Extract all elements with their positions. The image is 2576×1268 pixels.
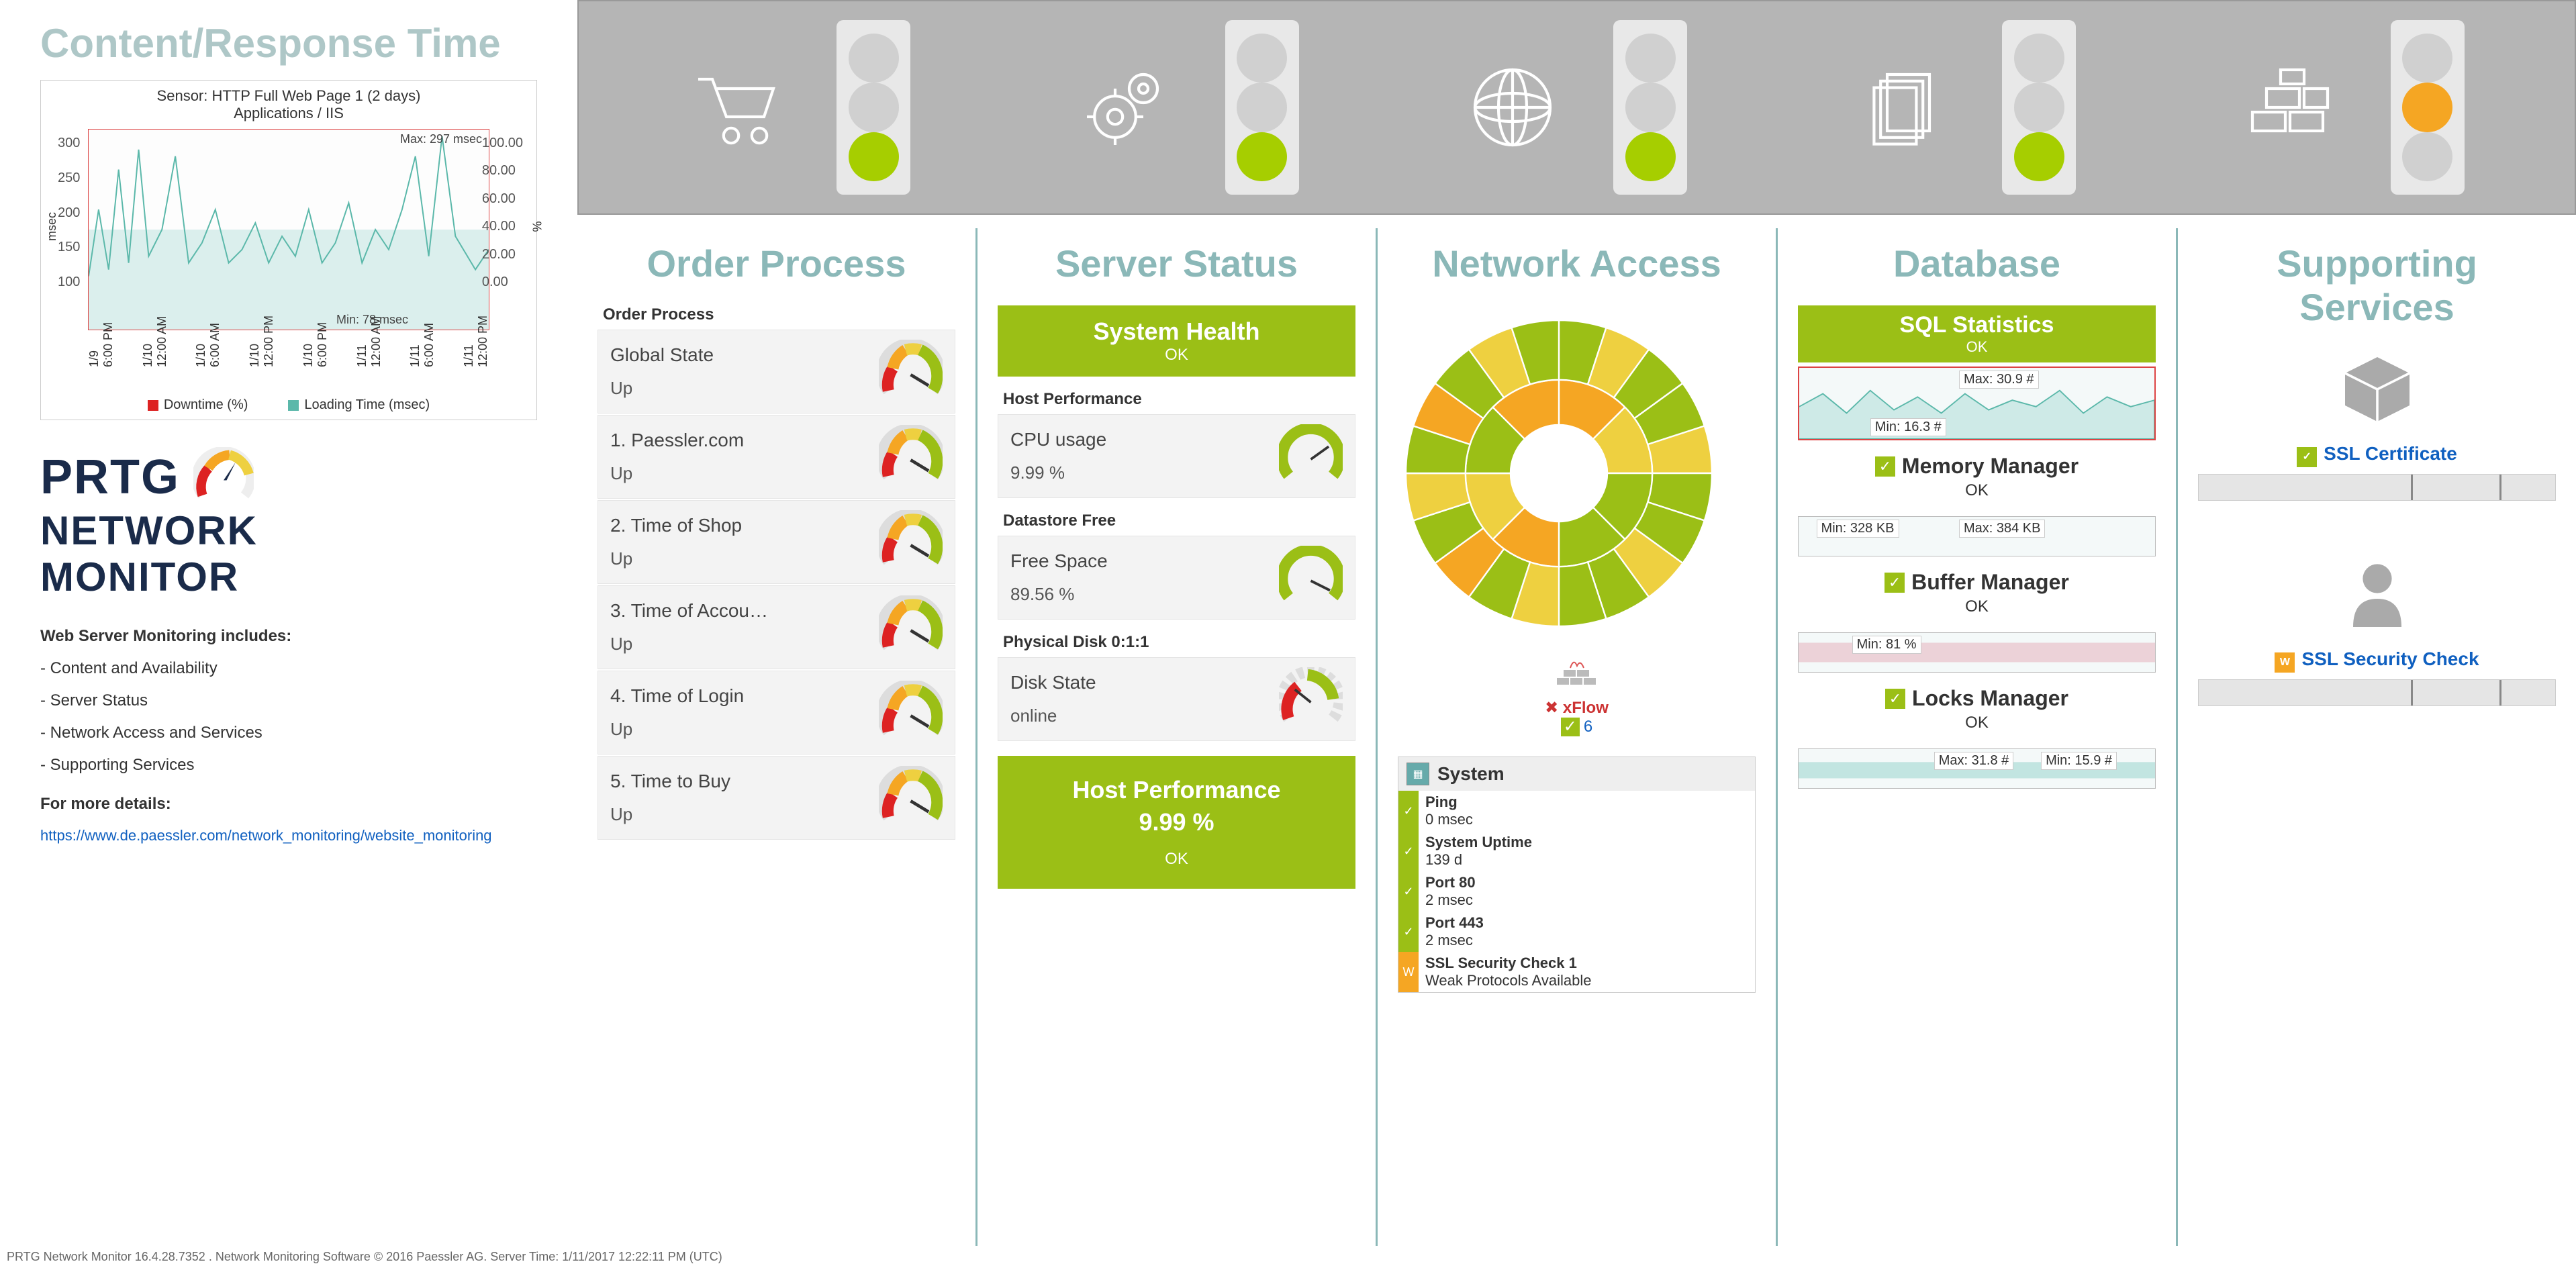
- section-network-access: Network Access ✖ xFlow ✓6 ▦ System: [1378, 228, 1778, 1246]
- globe-icon: [1466, 60, 1560, 154]
- db-strip-4[interactable]: Max: 31.8 # Min: 15.9 #: [1798, 748, 2156, 789]
- response-time-chart[interactable]: Sensor: HTTP Full Web Page 1 (2 days) Ap…: [40, 80, 537, 420]
- db-item-buffer[interactable]: ✓Buffer Manager OK: [1798, 570, 2156, 616]
- db-strip-1[interactable]: Max: 30.9 # Min: 16.3 #: [1798, 367, 2156, 440]
- status-header: [577, 0, 2576, 215]
- system-row[interactable]: ✓System Uptime139 d: [1398, 831, 1755, 871]
- cpu-usage-row[interactable]: CPU usage9.99 %: [998, 414, 1355, 498]
- ssl-certificate-item[interactable]: ✓SSL Certificate: [2198, 349, 2556, 501]
- order-item[interactable]: 2. Time of ShopUp: [598, 500, 955, 584]
- order-item[interactable]: 3. Time of Accou…Up: [598, 585, 955, 669]
- traffic-light-icon: [2391, 20, 2465, 195]
- traffic-light-icon: [1613, 20, 1687, 195]
- system-row[interactable]: ✓Ping0 msec: [1398, 791, 1755, 831]
- system-panel: ▦ System ✓Ping0 msec✓System Uptime139 d✓…: [1398, 757, 1756, 993]
- disk-state-row[interactable]: Disk Stateonline: [998, 657, 1355, 741]
- host-performance-summary[interactable]: Host Performance 9.99 % OK: [998, 756, 1355, 889]
- header-supporting[interactable]: [2243, 20, 2465, 195]
- system-row[interactable]: WSSL Security Check 1Weak Protocols Avai…: [1398, 952, 1755, 992]
- header-server[interactable]: [1078, 20, 1299, 195]
- person-icon: [2337, 554, 2418, 635]
- order-item[interactable]: 5. Time to BuyUp: [598, 756, 955, 840]
- ssl-security-check-item[interactable]: WSSL Security Check: [2198, 554, 2556, 706]
- section-order-process: Order Process Order Process Global State…: [577, 228, 977, 1246]
- xflow-link[interactable]: ✖ xFlow ✓6: [1398, 698, 1756, 736]
- chart-x-axis: 1/96:00 PM1/1012:00 AM1/106:00 AM1/1012:…: [48, 337, 530, 371]
- traffic-light-icon: [2002, 20, 2076, 195]
- more-details-link[interactable]: https://www.de.paessler.com/network_moni…: [40, 827, 537, 844]
- box-icon: [2337, 349, 2418, 430]
- header-network[interactable]: [1466, 20, 1687, 195]
- traffic-light-icon: [1225, 20, 1299, 195]
- header-order[interactable]: [689, 20, 910, 195]
- prtg-logo: PRTG NETWORK MONITOR: [40, 447, 537, 600]
- gears-icon: [1078, 60, 1172, 154]
- chart-y-left: 300250200150100: [58, 136, 80, 290]
- db-strip-2[interactable]: Min: 328 KB Max: 384 KB: [1798, 516, 2156, 556]
- header-database[interactable]: [1854, 20, 2076, 195]
- system-health-badge[interactable]: System Health OK: [998, 305, 1355, 377]
- order-item[interactable]: 1. Paessler.comUp: [598, 415, 955, 499]
- footer-text: PRTG Network Monitor 16.4.28.7352 . Netw…: [0, 1246, 2576, 1268]
- firewall-icon: [1557, 658, 1597, 691]
- network-sunburst[interactable]: [1398, 312, 1720, 634]
- section-database: Database SQL Statistics OK Max: 30.9 # M…: [1778, 228, 2178, 1246]
- info-heading: Web Server Monitoring includes:: [40, 627, 537, 646]
- left-sidebar: Content/Response Time Sensor: HTTP Full …: [0, 0, 577, 1246]
- bricks-icon: [2243, 60, 2337, 154]
- traffic-light-icon: [837, 20, 910, 195]
- device-icon: ▦: [1406, 763, 1429, 785]
- section-server-status: Server Status System Health OK Host Perf…: [977, 228, 1378, 1246]
- db-item-locks[interactable]: ✓Locks Manager OK: [1798, 686, 2156, 732]
- sql-statistics-head[interactable]: SQL Statistics OK: [1798, 305, 2156, 362]
- content-response-title: Content/Response Time: [40, 20, 537, 66]
- db-item-memory[interactable]: ✓Memory Manager OK: [1798, 454, 2156, 500]
- pages-icon: [1854, 60, 1948, 154]
- section-supporting: Supporting Services ✓SSL Certificate WSS…: [2178, 228, 2576, 1246]
- system-row[interactable]: ✓Port 802 msec: [1398, 871, 1755, 912]
- order-item[interactable]: 4. Time of LoginUp: [598, 671, 955, 754]
- free-space-row[interactable]: Free Space89.56 %: [998, 536, 1355, 620]
- order-item[interactable]: Global StateUp: [598, 330, 955, 413]
- system-row[interactable]: ✓Port 4432 msec: [1398, 912, 1755, 952]
- cart-icon: [689, 60, 783, 154]
- db-strip-3[interactable]: Min: 81 %: [1798, 632, 2156, 673]
- chart-y-right: 100.0080.0060.0040.0020.000.00: [482, 136, 523, 290]
